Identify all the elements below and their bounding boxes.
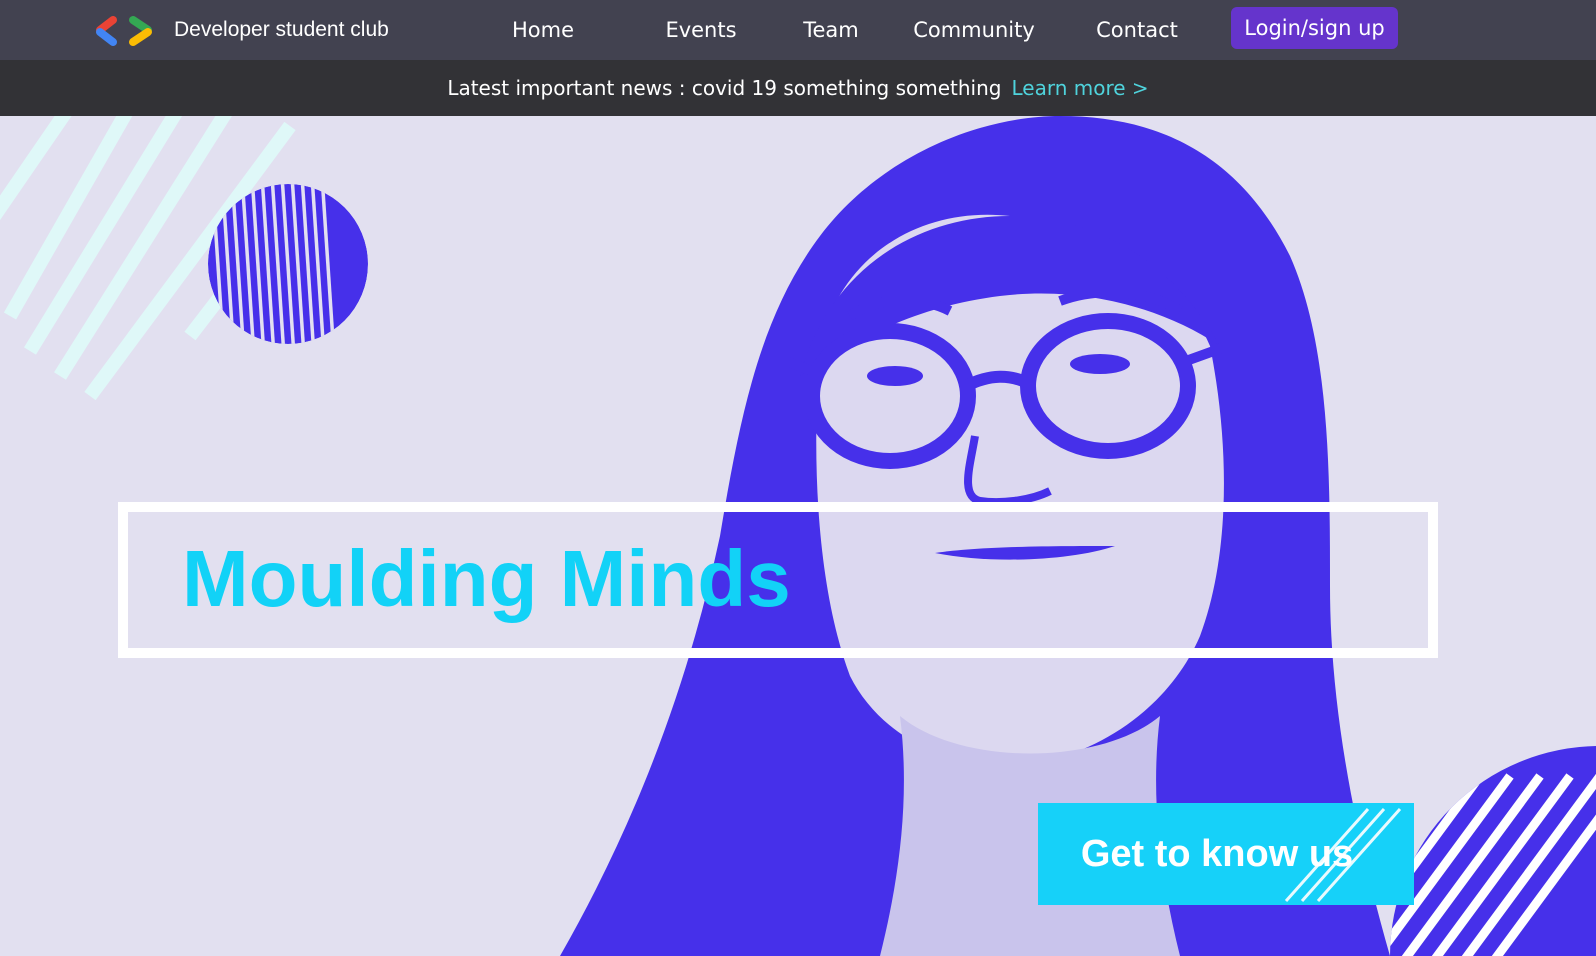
news-text: Latest important news : covid 19 somethi… bbox=[447, 76, 1002, 100]
developer-brackets-icon[interactable] bbox=[95, 14, 157, 48]
cta-label: Get to know us bbox=[1080, 833, 1354, 875]
news-banner: Latest important news : covid 19 somethi… bbox=[0, 60, 1596, 116]
nav-events[interactable]: Events bbox=[662, 0, 740, 60]
nav-team[interactable]: Team bbox=[800, 0, 862, 60]
top-navbar: Developer student club Home Events Team … bbox=[0, 0, 1596, 60]
login-signup-button[interactable]: Login/sign up bbox=[1231, 7, 1398, 49]
nav-community[interactable]: Community bbox=[912, 0, 1036, 60]
nav-home[interactable]: Home bbox=[508, 0, 578, 60]
learn-more-link[interactable]: Learn more > bbox=[1011, 76, 1148, 100]
hero-headline: Moulding Minds bbox=[182, 534, 791, 623]
get-to-know-us-button[interactable]: Get to know us bbox=[1038, 803, 1414, 905]
brand-name[interactable]: Developer student club bbox=[174, 0, 389, 60]
nav-contact[interactable]: Contact bbox=[1094, 0, 1180, 60]
hero-section: Moulding Minds Get to know us bbox=[0, 116, 1596, 956]
